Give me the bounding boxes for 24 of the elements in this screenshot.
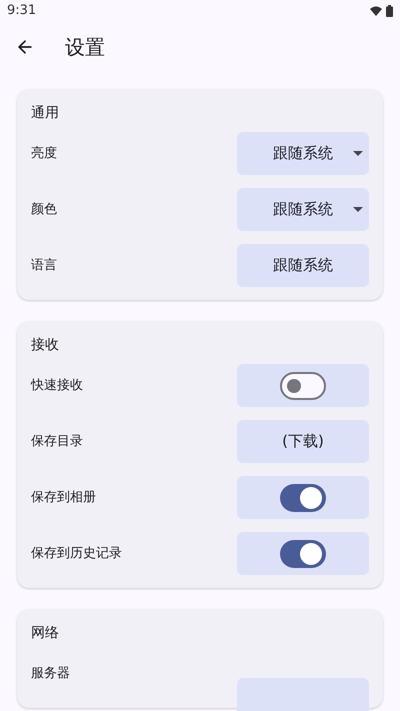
setting-label: 亮度 — [31, 144, 57, 163]
wifi-icon — [370, 6, 382, 16]
dropdown[interactable]: 跟随系统 — [237, 188, 369, 231]
option-button[interactable]: (下载) — [237, 420, 369, 463]
caret-icon — [353, 207, 363, 212]
setting-label: 保存目录 — [31, 432, 83, 451]
option-button[interactable]: 跟随系统 — [237, 244, 369, 287]
caret-icon — [353, 151, 363, 156]
section-title: 通用 — [31, 104, 60, 123]
setting-label: 语言 — [31, 256, 57, 275]
toggle-switch[interactable] — [280, 372, 326, 400]
dropdown[interactable]: 跟随系统 — [237, 132, 369, 175]
toggle-switch[interactable] — [280, 484, 326, 512]
setting-label: 快速接收 — [31, 376, 83, 395]
section-title: 网络 — [31, 624, 60, 643]
section-title: 接收 — [31, 336, 60, 355]
status-time: 9:31 — [7, 2, 36, 20]
setting-label: 颜色 — [31, 200, 57, 219]
setting-label: 保存到历史记录 — [31, 544, 122, 563]
battery-icon — [386, 5, 393, 17]
page-title: 设置 — [65, 34, 105, 61]
toggle-switch[interactable] — [280, 540, 326, 568]
setting-label: 服务器 — [31, 664, 70, 683]
setting-label: 保存到相册 — [31, 488, 96, 507]
